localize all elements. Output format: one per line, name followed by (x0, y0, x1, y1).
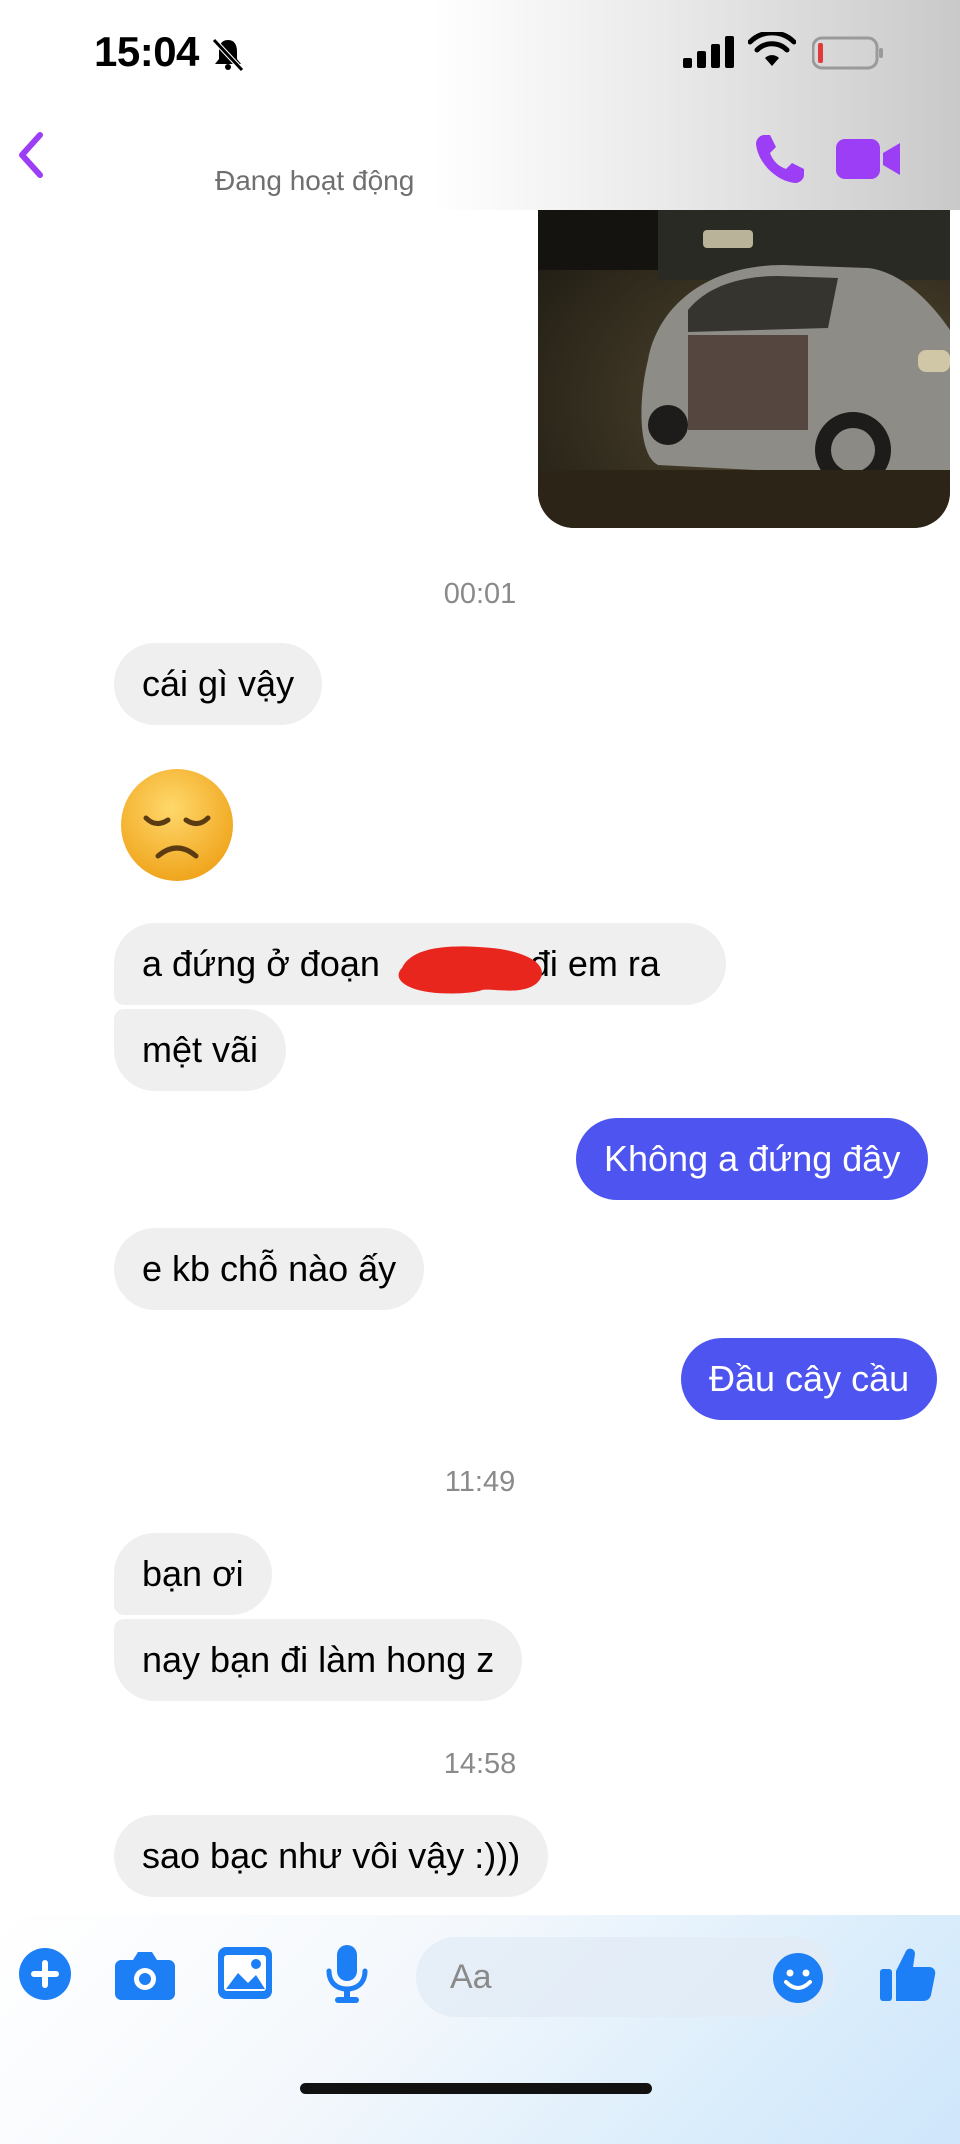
phone-call-icon[interactable] (752, 131, 808, 187)
message-composer (0, 1915, 960, 2144)
timestamp: 11:49 (444, 1466, 516, 1498)
bell-off-icon (212, 38, 244, 72)
home-indicator (300, 2083, 652, 2094)
battery-icon (812, 36, 883, 70)
cellular-signal-icon (683, 36, 734, 68)
disappointed-face-emoji[interactable] (118, 766, 236, 884)
timestamp: 14:58 (443, 1748, 517, 1780)
incoming-message[interactable]: bạn ơi (114, 1533, 272, 1615)
wifi-icon (748, 32, 796, 66)
video-call-icon[interactable] (836, 135, 902, 183)
emoji-picker-icon[interactable] (772, 1952, 824, 2004)
incoming-message[interactable]: cái gì vậy (114, 643, 323, 725)
timestamp: 00:01 (443, 578, 517, 610)
incoming-message[interactable]: e kb chỗ nào ấy (114, 1228, 425, 1310)
plus-icon[interactable] (18, 1947, 72, 2001)
active-status-text: Đang hoạt động (215, 165, 415, 196)
status-time: 15:04 (94, 28, 199, 75)
photo-message[interactable] (538, 210, 950, 528)
outgoing-message[interactable]: Đầu cây cầu (681, 1338, 938, 1420)
status-bar: 15:04 (0, 0, 960, 105)
outgoing-message[interactable]: Không a đứng đây (576, 1118, 929, 1200)
incoming-message[interactable]: mệt vãi (114, 1009, 287, 1091)
incoming-message[interactable]: nay bạn đi làm hong z (114, 1619, 523, 1701)
red-redaction-scribble (398, 946, 542, 994)
microphone-icon[interactable] (325, 1945, 369, 2003)
back-chevron-icon[interactable] (10, 127, 50, 183)
chat-header: Đang hoạt động (0, 105, 960, 210)
camera-icon[interactable] (115, 1948, 175, 2000)
thumbs-up-icon[interactable] (878, 1945, 936, 2003)
gallery-icon[interactable] (218, 1947, 272, 1999)
car-photo-image (538, 210, 950, 528)
incoming-message[interactable]: sao bạc như vôi vậy :))) (114, 1815, 549, 1897)
message-text: a đứng ở đoạn (142, 943, 380, 984)
